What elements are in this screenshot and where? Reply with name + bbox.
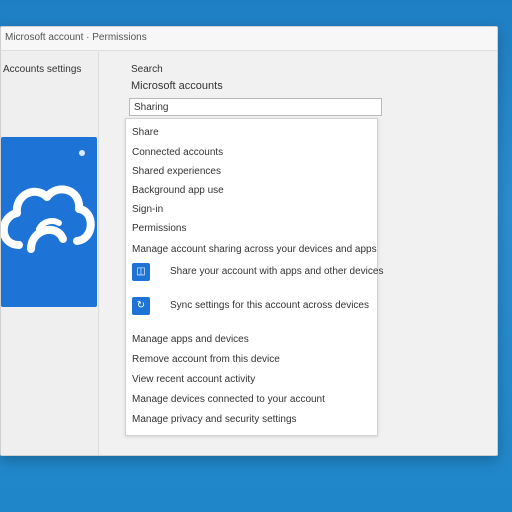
search-input[interactable] xyxy=(129,98,382,116)
page-heading: Microsoft accounts xyxy=(131,80,223,92)
list-item[interactable]: Manage account sharing across your devic… xyxy=(132,244,377,256)
list-item[interactable]: Manage privacy and security settings xyxy=(132,414,297,426)
list-item[interactable]: Permissions xyxy=(132,223,186,235)
sidebar: Accounts settings xyxy=(1,52,99,455)
list-item[interactable]: Shared experiences xyxy=(132,166,221,178)
settings-window: Microsoft account · Permissions Accounts… xyxy=(0,26,498,456)
list-item[interactable]: Share xyxy=(132,127,159,139)
list-item[interactable]: Manage apps and devices xyxy=(132,334,249,346)
list-item[interactable]: Remove account from this device xyxy=(132,354,280,366)
list-item[interactable]: Connected accounts xyxy=(132,147,223,159)
status-dot-icon xyxy=(79,150,85,156)
list-item[interactable]: Manage devices connected to your account xyxy=(132,394,325,406)
search-label: Search xyxy=(131,64,163,75)
sidebar-title: Accounts settings xyxy=(3,64,82,75)
search-results-dropdown: Share Connected accounts Shared experien… xyxy=(125,118,383,436)
list-item[interactable]: Background app use xyxy=(132,185,224,197)
list-item[interactable]: Sync settings for this account across de… xyxy=(170,300,369,312)
cloud-sync-icon xyxy=(1,185,95,253)
main-panel: Search Microsoft accounts Share Connecte… xyxy=(125,52,489,455)
list-item[interactable]: Sign-in xyxy=(132,204,163,216)
sync-icon: ↻ xyxy=(132,297,150,315)
app-tile[interactable] xyxy=(1,137,97,307)
list-item[interactable]: Share your account with apps and other d… xyxy=(170,266,383,278)
window-title: Microsoft account · Permissions xyxy=(1,27,497,51)
shield-icon: ◫ xyxy=(132,263,150,281)
list-item[interactable]: View recent account activity xyxy=(132,374,255,386)
